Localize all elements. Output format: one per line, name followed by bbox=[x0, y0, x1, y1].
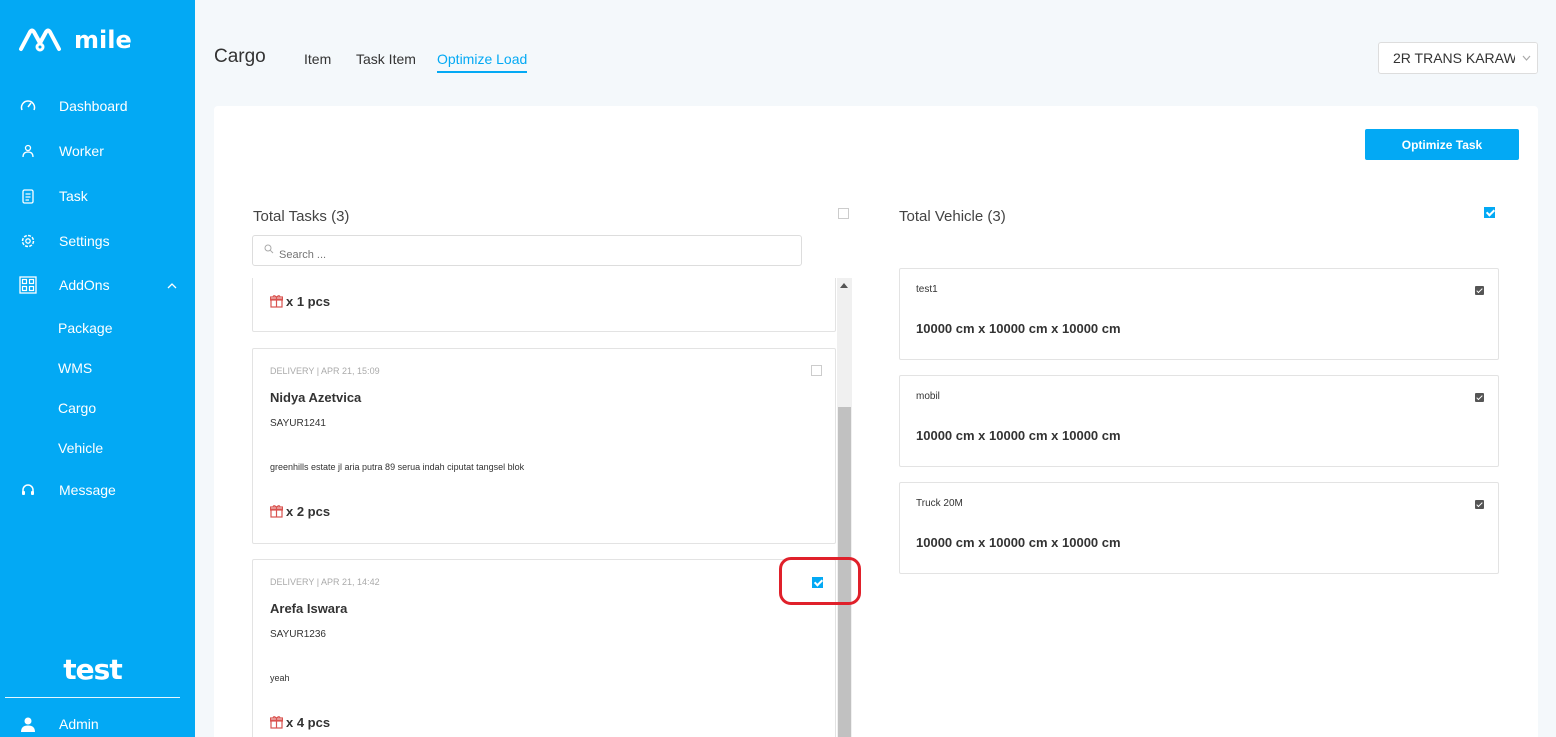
optimize-task-button[interactable]: Optimize Task bbox=[1365, 129, 1519, 160]
sidebar-item-settings[interactable]: Settings bbox=[0, 221, 195, 261]
user-icon bbox=[18, 714, 38, 734]
vehicle-dimensions: 10000 cm x 10000 cm x 10000 cm bbox=[916, 535, 1121, 550]
vehicle-card[interactable]: test1 10000 cm x 10000 cm x 10000 cm bbox=[899, 268, 1499, 360]
select-all-vehicles-checkbox[interactable] bbox=[1484, 207, 1495, 218]
sidebar-item-label: AddOns bbox=[59, 277, 110, 293]
sidebar-subitem-cargo[interactable]: Cargo bbox=[58, 400, 96, 416]
vehicle-card[interactable]: mobil 10000 cm x 10000 cm x 10000 cm bbox=[899, 375, 1499, 467]
sidebar-item-addons[interactable]: AddOns bbox=[0, 265, 195, 305]
sidebar-divider bbox=[5, 697, 180, 698]
task-checkbox[interactable] bbox=[811, 365, 822, 376]
task-icon bbox=[18, 186, 38, 206]
sidebar-subitem-vehicle[interactable]: Vehicle bbox=[58, 440, 103, 456]
task-quantity-text: x 4 pcs bbox=[286, 715, 331, 730]
vehicle-name: test1 bbox=[916, 284, 938, 295]
sidebar-item-dashboard[interactable]: Dashboard bbox=[0, 86, 195, 126]
sidebar-subitem-wms[interactable]: WMS bbox=[58, 360, 92, 376]
task-quantity: x 2 pcs bbox=[270, 504, 330, 519]
tab-item[interactable]: Item bbox=[304, 51, 331, 71]
brand-logo-text: test bbox=[63, 653, 122, 686]
vehicle-dimensions: 10000 cm x 10000 cm x 10000 cm bbox=[916, 321, 1121, 336]
search-input[interactable] bbox=[252, 235, 802, 266]
tab-optimize-load[interactable]: Optimize Load bbox=[437, 51, 528, 73]
chevron-up-icon bbox=[167, 278, 177, 292]
task-meta: DELIVERY | APR 21, 15:09 bbox=[270, 366, 380, 376]
sidebar-subitem-package[interactable]: Package bbox=[58, 320, 112, 336]
task-code: SAYUR1241 bbox=[270, 418, 326, 429]
mile-logo-icon bbox=[19, 28, 61, 52]
task-quantity: x 4 pcs bbox=[270, 715, 330, 730]
sidebar-item-label: Task bbox=[59, 188, 88, 204]
scroll-up-arrow-icon[interactable] bbox=[840, 283, 848, 288]
task-quantity: x 1 pcs bbox=[270, 294, 330, 309]
vehicle-dimensions: 10000 cm x 10000 cm x 10000 cm bbox=[916, 428, 1121, 443]
organization-select[interactable]: 2R TRANS KARAWANG bbox=[1378, 42, 1538, 74]
task-meta: DELIVERY | APR 21, 14:42 bbox=[270, 577, 380, 587]
vehicle-checkbox[interactable] bbox=[1475, 500, 1484, 509]
package-icon bbox=[270, 716, 283, 729]
search-icon bbox=[264, 244, 274, 254]
headset-icon bbox=[18, 480, 38, 500]
page-title: Cargo bbox=[214, 46, 266, 67]
vehicle-card[interactable]: Truck 20M 10000 cm x 10000 cm x 10000 cm bbox=[899, 482, 1499, 574]
vehicle-checkbox[interactable] bbox=[1475, 286, 1484, 295]
sidebar-user[interactable]: Admin bbox=[0, 704, 195, 737]
sidebar-item-worker[interactable]: Worker bbox=[0, 131, 195, 171]
sidebar-item-label: Message bbox=[59, 482, 116, 498]
task-address: yeah bbox=[270, 673, 290, 683]
task-code: SAYUR1236 bbox=[270, 629, 326, 640]
package-icon bbox=[270, 505, 283, 518]
task-name: Nidya Azetvica bbox=[270, 390, 362, 405]
task-checkbox[interactable] bbox=[812, 577, 823, 588]
task-name: Arefa Iswara bbox=[270, 601, 348, 616]
task-quantity-text: x 2 pcs bbox=[286, 504, 331, 519]
vehicle-name: mobil bbox=[916, 391, 940, 402]
worker-icon bbox=[18, 141, 38, 161]
sidebar: mile Dashboard Worker Task Settings AddO… bbox=[0, 0, 195, 737]
package-icon bbox=[270, 295, 283, 308]
task-card[interactable]: x 1 pcs bbox=[252, 278, 836, 332]
vehicle-checkbox[interactable] bbox=[1475, 393, 1484, 402]
vehicle-name: Truck 20M bbox=[916, 498, 963, 509]
task-quantity-text: x 1 pcs bbox=[286, 294, 331, 309]
sidebar-item-label: Dashboard bbox=[59, 98, 128, 114]
addons-icon bbox=[18, 275, 38, 295]
sidebar-item-task[interactable]: Task bbox=[0, 176, 195, 216]
sidebar-item-label: Worker bbox=[59, 143, 104, 159]
user-name: Admin bbox=[59, 716, 99, 732]
task-card[interactable]: DELIVERY | APR 21, 14:42 Arefa Iswara SA… bbox=[252, 559, 836, 737]
task-card[interactable]: DELIVERY | APR 21, 15:09 Nidya Azetvica … bbox=[252, 348, 836, 544]
logo[interactable]: mile bbox=[18, 26, 132, 54]
task-list-scrollbar[interactable] bbox=[837, 278, 852, 737]
chevron-down-icon bbox=[1515, 43, 1537, 73]
tasks-title: Total Tasks (3) bbox=[253, 208, 350, 225]
scrollbar-thumb[interactable] bbox=[838, 407, 851, 737]
sidebar-item-label: Settings bbox=[59, 233, 110, 249]
app-name: mile bbox=[74, 26, 132, 54]
vehicles-title: Total Vehicle (3) bbox=[899, 208, 1006, 225]
select-all-tasks-checkbox[interactable] bbox=[838, 208, 849, 219]
task-list: x 1 pcs DELIVERY | APR 21, 15:09 Nidya A… bbox=[252, 278, 852, 737]
gear-icon bbox=[18, 231, 38, 251]
task-address: greenhills estate jl aria putra 89 serua… bbox=[270, 462, 525, 472]
dashboard-icon bbox=[18, 96, 38, 116]
tab-task-item[interactable]: Task Item bbox=[356, 51, 416, 71]
sidebar-item-message[interactable]: Message bbox=[0, 470, 195, 510]
